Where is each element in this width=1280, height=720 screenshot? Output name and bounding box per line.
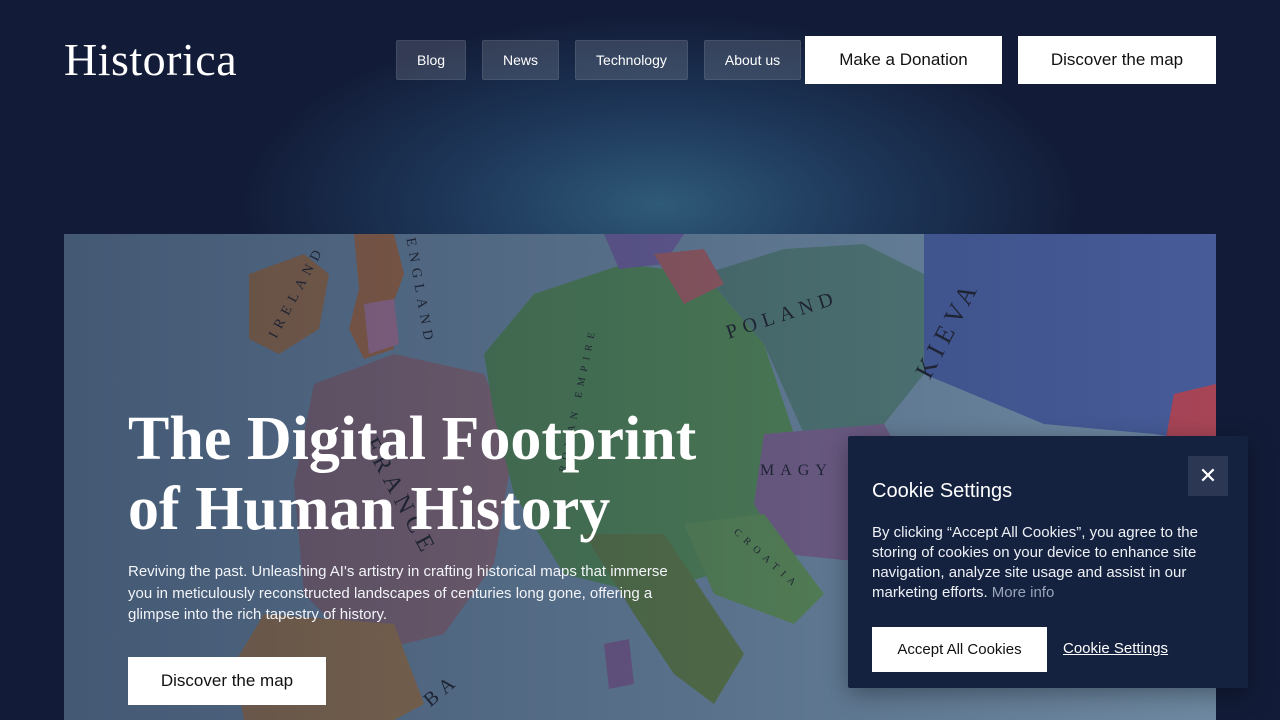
nav-technology[interactable]: Technology (575, 40, 688, 80)
historica-logo[interactable]: Historica (64, 34, 237, 86)
hero-title: The Digital Footprint of Human History (128, 404, 748, 544)
hero-discover-map-button[interactable]: Discover the map (128, 657, 326, 705)
hero-subtitle: Reviving the past. Unleashing AI's artis… (128, 563, 668, 623)
nav-about-us[interactable]: About us (703, 40, 802, 80)
close-icon[interactable]: ✕ (1188, 456, 1228, 496)
discover-map-button[interactable]: Discover the map (1018, 36, 1216, 84)
more-info-link[interactable]: More info (992, 584, 1055, 601)
accept-all-cookies-button[interactable]: Accept All Cookies (872, 627, 1047, 672)
cookie-settings-link[interactable]: Cookie Settings (1063, 640, 1168, 657)
main-nav: Blog News Technology About us (396, 40, 802, 80)
map-label-magy: MAGY (760, 462, 833, 479)
nav-news[interactable]: News (482, 40, 560, 80)
hero-title-line-1: The Digital Footprint (128, 405, 697, 473)
cookie-dialog: Cookie Settings ✕ By clicking “Accept Al… (848, 436, 1248, 688)
cookie-description: By clicking “Accept All Cookies”, you ag… (872, 523, 1224, 603)
cookie-dialog-title: Cookie Settings (872, 480, 1013, 502)
nav-blog[interactable]: Blog (396, 40, 467, 80)
donate-button[interactable]: Make a Donation (805, 36, 1002, 84)
hero-title-line-2: of Human History (128, 475, 611, 543)
